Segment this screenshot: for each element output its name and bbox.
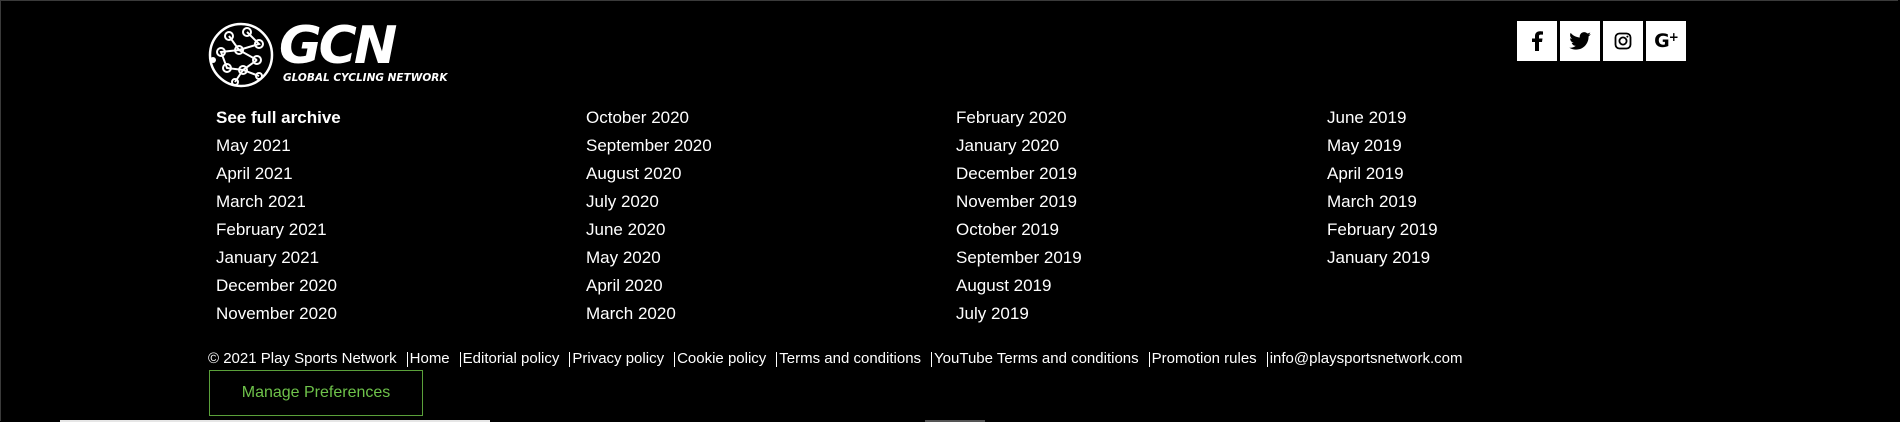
archive-link[interactable]: November 2019 [956,188,1082,216]
see-full-archive-link[interactable]: See full archive [216,104,341,132]
archive-link[interactable]: September 2019 [956,244,1082,272]
globe-icon [208,22,274,88]
archive-link[interactable]: March 2019 [1327,188,1438,216]
archive-link[interactable]: September 2020 [586,132,712,160]
archive-column-1: See full archive May 2021 April 2021 Mar… [216,104,341,328]
footer-links: © 2021 Play Sports Network Home Editoria… [208,350,1463,368]
archive-link[interactable]: March 2020 [586,300,712,328]
manage-preferences-button[interactable]: Manage Preferences [209,370,423,416]
archive-link[interactable]: January 2019 [1327,244,1438,272]
archive-link[interactable]: June 2019 [1327,104,1438,132]
separator [1148,352,1150,367]
archive-link[interactable]: December 2020 [216,272,341,300]
footer-link-promotion-rules[interactable]: Promotion rules [1152,350,1257,368]
archive-link[interactable]: July 2020 [586,188,712,216]
footer-link-youtube-terms[interactable]: YouTube Terms and conditions [934,350,1139,368]
archive-column-4: June 2019 May 2019 April 2019 March 2019… [1327,104,1438,272]
archive-column-3: February 2020 January 2020 December 2019… [956,104,1082,328]
separator [406,352,408,367]
instagram-icon[interactable] [1603,21,1643,61]
separator [459,352,461,367]
footer-link-editorial-policy[interactable]: Editorial policy [463,350,560,368]
archive-link[interactable]: August 2019 [956,272,1082,300]
facebook-icon[interactable] [1517,21,1557,61]
archive-link[interactable]: May 2020 [586,244,712,272]
footer-link-email[interactable]: info@playsportsnetwork.com [1270,350,1463,368]
archive-link[interactable]: March 2021 [216,188,341,216]
separator [1266,352,1268,367]
logo-wordmark: GCN [279,16,397,76]
footer-link-privacy-policy[interactable]: Privacy policy [572,350,664,368]
archive-link[interactable]: August 2020 [586,160,712,188]
archive-link[interactable]: January 2020 [956,132,1082,160]
archive-link[interactable]: February 2021 [216,216,341,244]
logo-subtitle: GLOBAL CYCLING NETWORK [283,72,448,84]
archive-link[interactable]: April 2021 [216,160,341,188]
archive-link[interactable]: July 2019 [956,300,1082,328]
separator [674,352,676,367]
archive-link[interactable]: May 2021 [216,132,341,160]
archive-link[interactable]: November 2020 [216,300,341,328]
twitter-icon[interactable] [1560,21,1600,61]
archive-link[interactable]: December 2019 [956,160,1082,188]
separator [569,352,571,367]
archive-link[interactable]: February 2019 [1327,216,1438,244]
copyright-text: © 2021 Play Sports Network [208,350,397,367]
archive-link[interactable]: October 2019 [956,216,1082,244]
footer-link-cookie-policy[interactable]: Cookie policy [677,350,766,368]
archive-link[interactable]: May 2019 [1327,132,1438,160]
archive-link[interactable]: October 2020 [586,104,712,132]
archive-link[interactable]: February 2020 [956,104,1082,132]
archive-link[interactable]: April 2019 [1327,160,1438,188]
separator [931,352,933,367]
footer-link-terms[interactable]: Terms and conditions [779,350,921,368]
gcn-logo[interactable]: GCN GLOBAL CYCLING NETWORK [207,16,448,88]
separator [776,352,778,367]
archive-link[interactable]: January 2021 [216,244,341,272]
social-links: G+ [1517,21,1686,61]
archive-link[interactable]: April 2020 [586,272,712,300]
archive-link[interactable]: June 2020 [586,216,712,244]
footer-link-home[interactable]: Home [410,350,450,368]
archive-column-2: October 2020 September 2020 August 2020 … [586,104,712,328]
google-plus-icon[interactable]: G+ [1646,21,1686,61]
